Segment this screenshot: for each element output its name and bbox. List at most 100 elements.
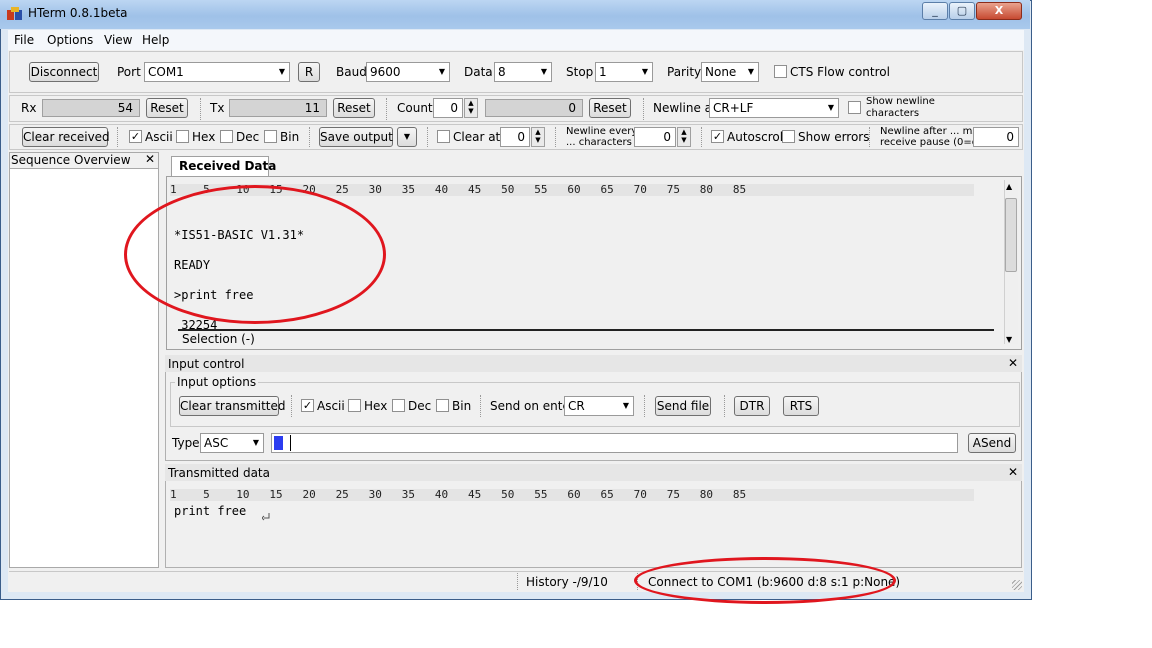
stop-bits-select[interactable]: 1 ▼ <box>595 62 653 82</box>
maximize-button[interactable]: ▢ <box>949 2 975 20</box>
newline-every-input[interactable]: 0 <box>634 127 676 147</box>
maximize-icon: ▢ <box>956 4 968 17</box>
close-transmitted-data-button[interactable]: ✕ <box>1008 465 1018 479</box>
port-select[interactable]: COM1 ▼ <box>144 62 290 82</box>
baud-select[interactable]: 9600 ▼ <box>366 62 450 82</box>
chevron-down-icon: ▼ <box>622 401 629 410</box>
count-input[interactable]: 0 <box>433 98 463 118</box>
newline-at-label: Newline at <box>653 101 717 115</box>
scroll-up-icon[interactable]: ▲ <box>1006 182 1012 191</box>
ascii-checkbox[interactable]: ✓ <box>129 130 142 143</box>
show-errors-checkbox[interactable] <box>782 130 795 143</box>
separator <box>555 127 556 147</box>
separator <box>643 98 644 120</box>
minimize-button[interactable]: _ <box>922 2 948 20</box>
tx-reset-button[interactable]: Reset <box>333 98 375 118</box>
input-hex-label: Hex <box>364 399 388 413</box>
dec-checkbox[interactable] <box>220 130 233 143</box>
parity-label: Parity <box>667 65 702 79</box>
transmitted-output[interactable]: print free <box>174 504 246 519</box>
show-newline-checkbox[interactable] <box>848 101 861 114</box>
save-output-button[interactable]: Save output <box>319 127 393 147</box>
autoscroll-label: Autoscroll <box>727 130 787 144</box>
count-spinner[interactable]: ▲ ▼ <box>464 98 478 118</box>
title-bar[interactable] <box>0 0 1030 29</box>
input-bin-checkbox[interactable] <box>436 399 449 412</box>
rx-label: Rx <box>21 101 37 115</box>
asend-button[interactable]: ASend <box>968 433 1016 453</box>
close-icon: ✕ <box>1008 356 1019 370</box>
baud-label: Baud <box>336 65 367 79</box>
data-bits-label: Data <box>464 65 493 79</box>
resize-grip-icon[interactable] <box>1012 580 1022 590</box>
newline-at-value: CR+LF <box>713 101 754 115</box>
input-ascii-checkbox[interactable]: ✓ <box>301 399 314 412</box>
hex-checkbox[interactable] <box>176 130 189 143</box>
tx-counter: 11 <box>229 99 327 117</box>
data-bits-select[interactable]: 8 ▼ <box>494 62 552 82</box>
newline-after-input[interactable]: 0 <box>973 127 1019 147</box>
clear-at-checkbox[interactable] <box>437 130 450 143</box>
separator <box>869 127 870 147</box>
input-dec-checkbox[interactable] <box>392 399 405 412</box>
stop-bits-label: Stop <box>566 65 594 79</box>
input-cursor-marker <box>274 436 283 450</box>
count-reset-button[interactable]: Reset <box>589 98 631 118</box>
rx-reset-button[interactable]: Reset <box>146 98 188 118</box>
rts-button[interactable]: RTS <box>783 396 819 416</box>
separator <box>701 127 702 147</box>
save-output-menu-button[interactable]: ▼ <box>397 127 417 147</box>
input-control-header <box>165 355 1022 372</box>
newline-at-select[interactable]: CR+LF ▼ <box>709 98 839 118</box>
newline-every-label-2: ... characters <box>566 137 632 148</box>
chevron-down-icon: ▼ <box>252 438 259 447</box>
close-window-button[interactable]: X <box>976 2 1022 20</box>
clear-at-input[interactable]: 0 <box>500 127 530 147</box>
dtr-button[interactable]: DTR <box>734 396 770 416</box>
close-icon: ✕ <box>1008 465 1019 479</box>
chevron-down-icon: ▼ <box>403 132 411 141</box>
newline-every-spinner[interactable]: ▲ ▼ <box>677 127 691 147</box>
transmitted-ruler: 1 5 10 15 20 25 30 35 40 45 50 55 60 65 … <box>170 489 974 501</box>
chevron-down-icon: ▼ <box>827 103 834 112</box>
rx-counter: 54 <box>42 99 140 117</box>
show-newline-label-1: Show newline <box>866 96 935 107</box>
menu-view[interactable]: View <box>104 33 132 47</box>
cts-label: CTS Flow control <box>790 65 890 79</box>
separator <box>291 395 292 417</box>
clear-at-label: Clear at <box>453 130 501 144</box>
transmitted-data-header <box>165 464 1022 481</box>
input-control-title: Input control <box>168 357 245 371</box>
clear-received-button[interactable]: Clear received <box>22 127 110 147</box>
parity-select[interactable]: None ▼ <box>701 62 759 82</box>
clear-at-spinner[interactable]: ▲ ▼ <box>531 127 545 147</box>
close-sequence-overview-button[interactable]: ✕ <box>145 152 155 166</box>
text-caret <box>290 435 291 451</box>
scroll-down-icon[interactable]: ▼ <box>1006 335 1012 344</box>
send-on-enter-select[interactable]: CR ▼ <box>564 396 634 416</box>
chevron-down-icon: ▼ <box>278 67 285 76</box>
minimize-icon: _ <box>932 4 938 17</box>
parity-value: None <box>705 65 737 79</box>
menu-file[interactable]: File <box>14 33 34 47</box>
menu-help[interactable]: Help <box>142 33 169 47</box>
type-label: Type <box>172 436 200 450</box>
send-input[interactable] <box>271 433 958 453</box>
input-dec-label: Dec <box>408 399 432 413</box>
input-hex-checkbox[interactable] <box>348 399 361 412</box>
separator <box>386 98 387 120</box>
cts-checkbox[interactable] <box>774 65 787 78</box>
input-bin-label: Bin <box>452 399 472 413</box>
received-scrollbar-thumb[interactable] <box>1005 198 1017 272</box>
clear-transmitted-button[interactable]: Clear transmitted <box>179 396 285 416</box>
type-select[interactable]: ASC ▼ <box>200 433 264 453</box>
menu-options[interactable]: Options <box>47 33 93 47</box>
refresh-ports-button[interactable]: R <box>298 62 320 82</box>
type-value: ASC <box>204 436 229 450</box>
close-input-control-button[interactable]: ✕ <box>1008 356 1018 370</box>
bin-checkbox[interactable] <box>264 130 277 143</box>
input-options-title: Input options <box>175 375 259 389</box>
send-file-button[interactable]: Send file <box>655 396 711 416</box>
autoscroll-checkbox[interactable]: ✓ <box>711 130 724 143</box>
disconnect-button[interactable]: Disconnect <box>29 62 99 82</box>
